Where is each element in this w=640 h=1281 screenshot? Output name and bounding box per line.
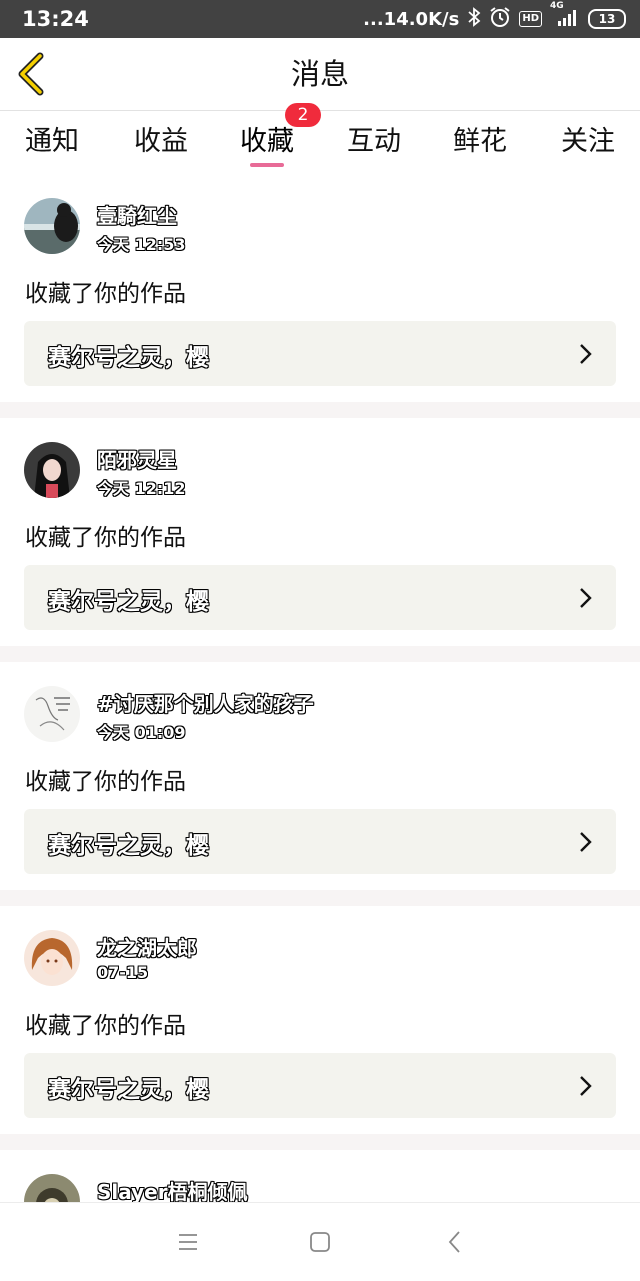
- avatar[interactable]: [24, 930, 80, 986]
- chevron-right-icon: [580, 832, 592, 852]
- action-text: 收藏了你的作品: [25, 525, 186, 551]
- separator: [0, 646, 640, 662]
- avatar[interactable]: [24, 442, 80, 498]
- message-card: #讨厌那个别人家的孩子 今天 01:09 收藏了你的作品 赛尔号之灵，樱: [0, 662, 640, 890]
- page-title: 消息: [290, 57, 349, 91]
- separator: [0, 402, 640, 418]
- user-name[interactable]: 龙之湖太郎: [97, 932, 197, 961]
- user-name[interactable]: Slayer梧桐倾佩: [97, 1176, 248, 1205]
- avatar[interactable]: [24, 686, 80, 742]
- message-list: 壹騎红尘 今天 12:53 收藏了你的作品 赛尔号之灵，樱 陌邪灵星 今天 12…: [0, 174, 640, 1210]
- work-title: 赛尔号之灵，樱: [48, 1077, 209, 1103]
- status-bar: 13:24 ...14.0K/s HD 4G 13: [0, 0, 640, 38]
- message-card: 陌邪灵星 今天 12:12 收藏了你的作品 赛尔号之灵，樱: [0, 418, 640, 646]
- tab-flowers[interactable]: 鲜花: [453, 119, 507, 158]
- tab-earnings[interactable]: 收益: [134, 119, 188, 158]
- status-time: 13:24: [22, 7, 89, 31]
- battery-level: 13: [598, 12, 616, 26]
- separator: [0, 1134, 640, 1150]
- message-card: Slayer梧桐倾佩: [0, 1150, 640, 1210]
- net-speed: ...14.0K/s: [363, 8, 460, 30]
- chevron-right-icon: [580, 344, 592, 364]
- bluetooth-icon: [467, 6, 481, 32]
- work-title: 赛尔号之灵，樱: [48, 589, 209, 615]
- message-time: 今天 12:53: [97, 235, 186, 254]
- nav-bar: 消息: [0, 38, 640, 111]
- battery-icon: 13: [588, 9, 626, 29]
- separator: [0, 890, 640, 906]
- work-link[interactable]: 赛尔号之灵，樱: [24, 1053, 616, 1118]
- system-nav-bar: [0, 1202, 640, 1281]
- action-text: 收藏了你的作品: [25, 769, 186, 795]
- work-link[interactable]: 赛尔号之灵，樱: [24, 321, 616, 386]
- user-name[interactable]: 壹騎红尘: [97, 200, 177, 229]
- menu-icon[interactable]: [176, 1230, 200, 1254]
- status-right: ...14.0K/s HD 4G 13: [363, 1, 626, 33]
- tab-notify[interactable]: 通知: [25, 119, 79, 158]
- back-triangle-icon[interactable]: [443, 1230, 467, 1254]
- home-square-icon[interactable]: [308, 1230, 332, 1254]
- action-text: 收藏了你的作品: [25, 281, 186, 307]
- user-name[interactable]: 陌邪灵星: [97, 444, 177, 473]
- work-title: 赛尔号之灵，樱: [48, 833, 209, 859]
- user-name[interactable]: #讨厌那个别人家的孩子: [97, 688, 314, 717]
- alarm-icon: [489, 6, 511, 33]
- message-time: 今天 12:12: [97, 479, 186, 498]
- avatar[interactable]: [24, 198, 80, 254]
- active-tab-indicator: [250, 163, 284, 167]
- message-time: 今天 01:09: [97, 723, 186, 742]
- message-card: 龙之湖太郎 07-15 收藏了你的作品 赛尔号之灵，樱: [0, 906, 640, 1134]
- signal-label: 4G: [550, 0, 564, 11]
- tab-interaction[interactable]: 互动: [347, 119, 401, 158]
- work-link[interactable]: 赛尔号之灵，樱: [24, 565, 616, 630]
- chevron-right-icon: [580, 1076, 592, 1096]
- unread-badge: 2: [285, 103, 321, 127]
- message-card: 壹騎红尘 今天 12:53 收藏了你的作品 赛尔号之灵，樱: [0, 174, 640, 402]
- tab-follow[interactable]: 关注: [561, 119, 615, 158]
- work-title: 赛尔号之灵，樱: [48, 345, 209, 371]
- action-text: 收藏了你的作品: [25, 1013, 186, 1039]
- work-link[interactable]: 赛尔号之灵，樱: [24, 809, 616, 874]
- signal-icon: 4G: [550, 1, 580, 32]
- chevron-right-icon: [580, 588, 592, 608]
- message-time: 07-15: [97, 963, 149, 982]
- tab-bar: 通知 收益 收藏 互动 鲜花 关注: [0, 111, 640, 171]
- tab-favorites[interactable]: 收藏: [240, 119, 294, 158]
- hd-icon: HD: [519, 11, 542, 27]
